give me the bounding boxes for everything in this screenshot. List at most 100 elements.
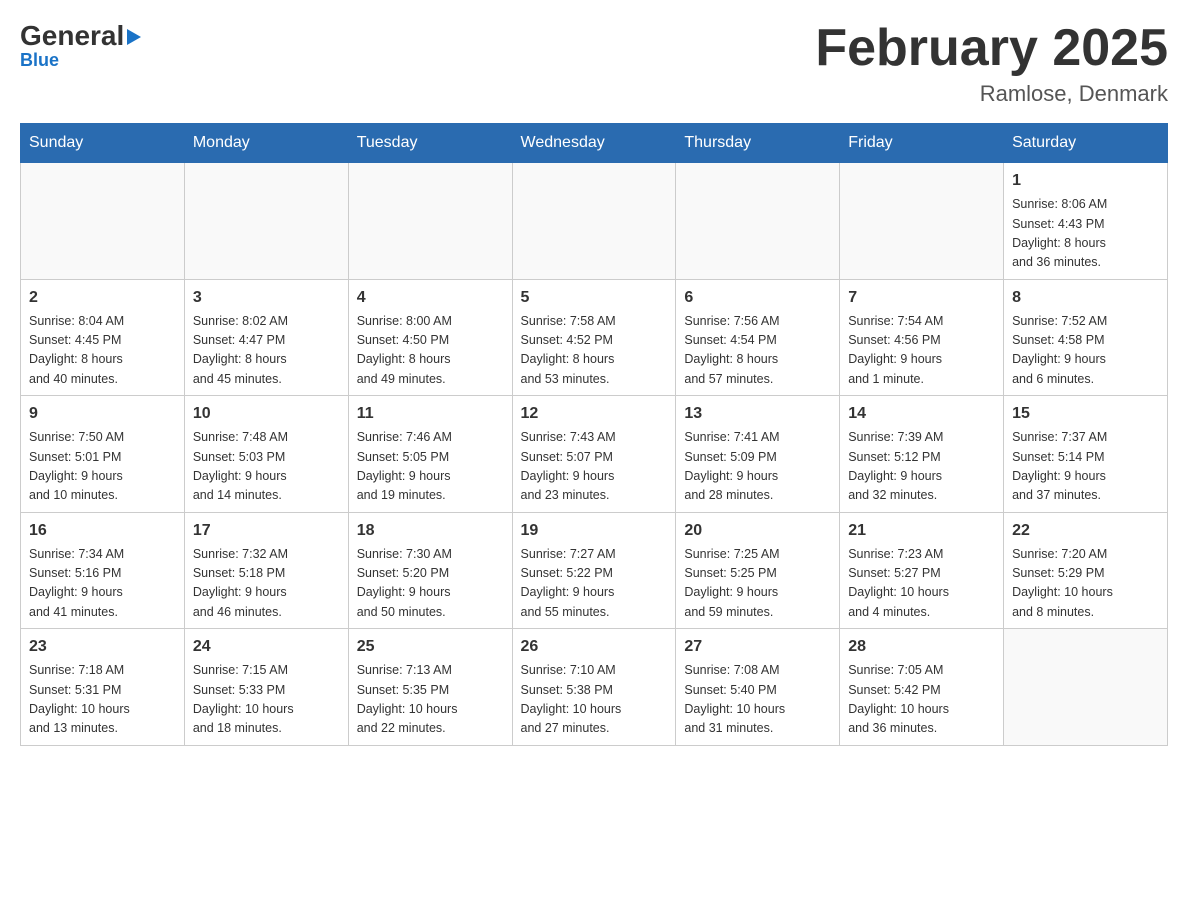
day-info: Sunrise: 7:41 AMSunset: 5:09 PMDaylight:… [684, 428, 831, 506]
day-number: 9 [29, 402, 176, 426]
day-number: 23 [29, 635, 176, 659]
header-sunday: Sunday [21, 124, 185, 163]
day-info: Sunrise: 7:43 AMSunset: 5:07 PMDaylight:… [521, 428, 668, 506]
header-tuesday: Tuesday [348, 124, 512, 163]
calendar-day-cell: 1Sunrise: 8:06 AMSunset: 4:43 PMDaylight… [1004, 163, 1168, 280]
day-info: Sunrise: 7:18 AMSunset: 5:31 PMDaylight:… [29, 661, 176, 739]
logo-triangle-icon [127, 29, 141, 45]
calendar-day-cell: 4Sunrise: 8:00 AMSunset: 4:50 PMDaylight… [348, 279, 512, 396]
day-info: Sunrise: 7:08 AMSunset: 5:40 PMDaylight:… [684, 661, 831, 739]
day-number: 27 [684, 635, 831, 659]
day-info: Sunrise: 7:30 AMSunset: 5:20 PMDaylight:… [357, 545, 504, 623]
day-info: Sunrise: 8:04 AMSunset: 4:45 PMDaylight:… [29, 312, 176, 390]
day-info: Sunrise: 7:50 AMSunset: 5:01 PMDaylight:… [29, 428, 176, 506]
day-info: Sunrise: 7:32 AMSunset: 5:18 PMDaylight:… [193, 545, 340, 623]
calendar-day-cell: 26Sunrise: 7:10 AMSunset: 5:38 PMDayligh… [512, 629, 676, 746]
day-number: 15 [1012, 402, 1159, 426]
calendar-day-cell: 2Sunrise: 8:04 AMSunset: 4:45 PMDaylight… [21, 279, 185, 396]
calendar-day-cell: 19Sunrise: 7:27 AMSunset: 5:22 PMDayligh… [512, 512, 676, 629]
day-number: 28 [848, 635, 995, 659]
day-number: 12 [521, 402, 668, 426]
day-info: Sunrise: 7:46 AMSunset: 5:05 PMDaylight:… [357, 428, 504, 506]
day-number: 25 [357, 635, 504, 659]
day-number: 17 [193, 519, 340, 543]
day-number: 5 [521, 286, 668, 310]
day-info: Sunrise: 8:00 AMSunset: 4:50 PMDaylight:… [357, 312, 504, 390]
day-info: Sunrise: 7:39 AMSunset: 5:12 PMDaylight:… [848, 428, 995, 506]
day-info: Sunrise: 7:15 AMSunset: 5:33 PMDaylight:… [193, 661, 340, 739]
day-info: Sunrise: 7:34 AMSunset: 5:16 PMDaylight:… [29, 545, 176, 623]
calendar-day-cell: 23Sunrise: 7:18 AMSunset: 5:31 PMDayligh… [21, 629, 185, 746]
calendar-subtitle: Ramlose, Denmark [815, 81, 1168, 107]
day-info: Sunrise: 7:05 AMSunset: 5:42 PMDaylight:… [848, 661, 995, 739]
calendar-day-cell: 22Sunrise: 7:20 AMSunset: 5:29 PMDayligh… [1004, 512, 1168, 629]
calendar-day-cell: 8Sunrise: 7:52 AMSunset: 4:58 PMDaylight… [1004, 279, 1168, 396]
calendar-day-cell: 12Sunrise: 7:43 AMSunset: 5:07 PMDayligh… [512, 396, 676, 513]
calendar-day-cell: 5Sunrise: 7:58 AMSunset: 4:52 PMDaylight… [512, 279, 676, 396]
calendar-day-cell: 15Sunrise: 7:37 AMSunset: 5:14 PMDayligh… [1004, 396, 1168, 513]
calendar-day-cell: 18Sunrise: 7:30 AMSunset: 5:20 PMDayligh… [348, 512, 512, 629]
calendar-day-cell [840, 163, 1004, 280]
day-info: Sunrise: 7:10 AMSunset: 5:38 PMDaylight:… [521, 661, 668, 739]
day-info: Sunrise: 7:54 AMSunset: 4:56 PMDaylight:… [848, 312, 995, 390]
header-thursday: Thursday [676, 124, 840, 163]
calendar-week-row: 16Sunrise: 7:34 AMSunset: 5:16 PMDayligh… [21, 512, 1168, 629]
day-number: 11 [357, 402, 504, 426]
day-info: Sunrise: 8:06 AMSunset: 4:43 PMDaylight:… [1012, 195, 1159, 273]
day-number: 24 [193, 635, 340, 659]
calendar-week-row: 23Sunrise: 7:18 AMSunset: 5:31 PMDayligh… [21, 629, 1168, 746]
calendar-day-cell: 25Sunrise: 7:13 AMSunset: 5:35 PMDayligh… [348, 629, 512, 746]
calendar-day-cell: 21Sunrise: 7:23 AMSunset: 5:27 PMDayligh… [840, 512, 1004, 629]
day-number: 1 [1012, 169, 1159, 193]
header-friday: Friday [840, 124, 1004, 163]
day-number: 19 [521, 519, 668, 543]
calendar-table: Sunday Monday Tuesday Wednesday Thursday… [20, 123, 1168, 746]
calendar-week-row: 1Sunrise: 8:06 AMSunset: 4:43 PMDaylight… [21, 163, 1168, 280]
header-monday: Monday [184, 124, 348, 163]
calendar-day-cell: 11Sunrise: 7:46 AMSunset: 5:05 PMDayligh… [348, 396, 512, 513]
day-number: 10 [193, 402, 340, 426]
day-info: Sunrise: 7:52 AMSunset: 4:58 PMDaylight:… [1012, 312, 1159, 390]
day-number: 26 [521, 635, 668, 659]
day-info: Sunrise: 7:13 AMSunset: 5:35 PMDaylight:… [357, 661, 504, 739]
calendar-day-cell: 7Sunrise: 7:54 AMSunset: 4:56 PMDaylight… [840, 279, 1004, 396]
calendar-day-cell: 24Sunrise: 7:15 AMSunset: 5:33 PMDayligh… [184, 629, 348, 746]
calendar-day-cell: 20Sunrise: 7:25 AMSunset: 5:25 PMDayligh… [676, 512, 840, 629]
calendar-day-cell [184, 163, 348, 280]
calendar-day-cell: 3Sunrise: 8:02 AMSunset: 4:47 PMDaylight… [184, 279, 348, 396]
calendar-day-cell: 16Sunrise: 7:34 AMSunset: 5:16 PMDayligh… [21, 512, 185, 629]
calendar-day-cell: 10Sunrise: 7:48 AMSunset: 5:03 PMDayligh… [184, 396, 348, 513]
day-number: 3 [193, 286, 340, 310]
day-number: 13 [684, 402, 831, 426]
page-header: General Blue February 2025 Ramlose, Denm… [20, 20, 1168, 107]
day-info: Sunrise: 7:23 AMSunset: 5:27 PMDaylight:… [848, 545, 995, 623]
day-number: 21 [848, 519, 995, 543]
day-info: Sunrise: 7:48 AMSunset: 5:03 PMDaylight:… [193, 428, 340, 506]
day-info: Sunrise: 7:37 AMSunset: 5:14 PMDaylight:… [1012, 428, 1159, 506]
calendar-day-cell [21, 163, 185, 280]
logo-blue-text: Blue [20, 50, 59, 71]
day-number: 22 [1012, 519, 1159, 543]
day-number: 18 [357, 519, 504, 543]
header-wednesday: Wednesday [512, 124, 676, 163]
day-info: Sunrise: 7:58 AMSunset: 4:52 PMDaylight:… [521, 312, 668, 390]
day-number: 14 [848, 402, 995, 426]
calendar-day-cell: 6Sunrise: 7:56 AMSunset: 4:54 PMDaylight… [676, 279, 840, 396]
day-info: Sunrise: 7:56 AMSunset: 4:54 PMDaylight:… [684, 312, 831, 390]
logo-general-text: General [20, 20, 124, 52]
day-info: Sunrise: 7:20 AMSunset: 5:29 PMDaylight:… [1012, 545, 1159, 623]
calendar-day-cell: 28Sunrise: 7:05 AMSunset: 5:42 PMDayligh… [840, 629, 1004, 746]
calendar-day-cell: 14Sunrise: 7:39 AMSunset: 5:12 PMDayligh… [840, 396, 1004, 513]
calendar-day-cell: 17Sunrise: 7:32 AMSunset: 5:18 PMDayligh… [184, 512, 348, 629]
weekday-header-row: Sunday Monday Tuesday Wednesday Thursday… [21, 124, 1168, 163]
calendar-week-row: 2Sunrise: 8:04 AMSunset: 4:45 PMDaylight… [21, 279, 1168, 396]
calendar-day-cell: 27Sunrise: 7:08 AMSunset: 5:40 PMDayligh… [676, 629, 840, 746]
header-saturday: Saturday [1004, 124, 1168, 163]
calendar-day-cell: 9Sunrise: 7:50 AMSunset: 5:01 PMDaylight… [21, 396, 185, 513]
calendar-title: February 2025 [815, 20, 1168, 77]
day-info: Sunrise: 7:25 AMSunset: 5:25 PMDaylight:… [684, 545, 831, 623]
calendar-day-cell [1004, 629, 1168, 746]
day-number: 20 [684, 519, 831, 543]
calendar-day-cell: 13Sunrise: 7:41 AMSunset: 5:09 PMDayligh… [676, 396, 840, 513]
day-number: 6 [684, 286, 831, 310]
